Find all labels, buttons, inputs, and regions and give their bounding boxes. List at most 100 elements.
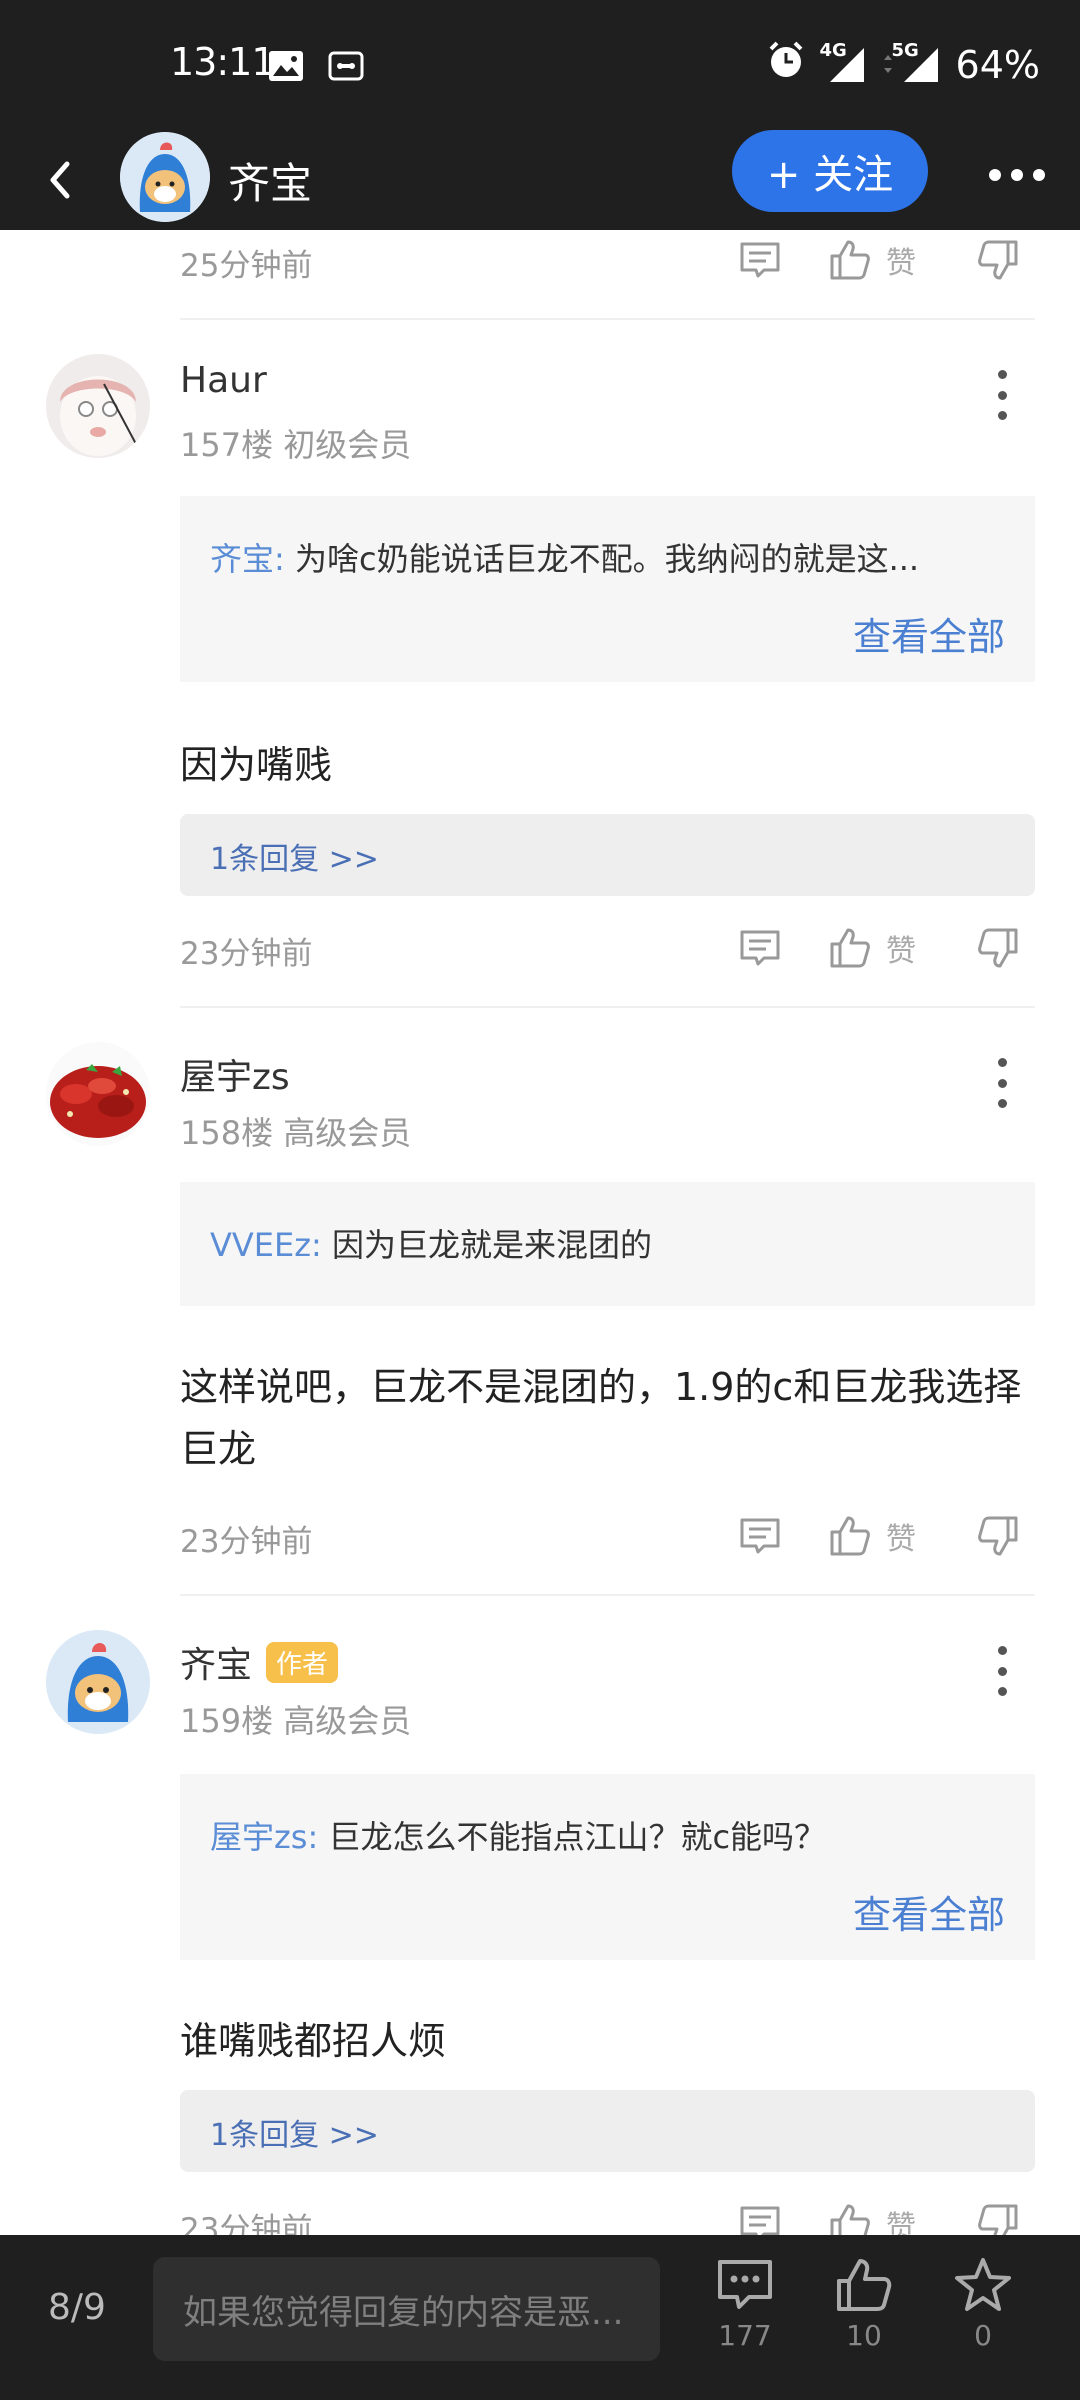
quoted-username[interactable]: 屋宇zs:	[210, 1818, 318, 1856]
like-post-button[interactable]: 10	[819, 2257, 909, 2352]
comment-body: 谁嘴贱都招人烦	[180, 2019, 447, 2063]
like-button[interactable]: 赞	[828, 1514, 916, 1558]
thumbs-down-icon	[978, 2204, 1018, 2235]
comment-username[interactable]: 齐宝 作者	[180, 1636, 339, 1688]
like-button[interactable]: 赞	[828, 926, 916, 970]
comment-menu-button[interactable]	[992, 1058, 1012, 1108]
comment-timestamp: 25分钟前	[180, 248, 313, 284]
dislike-button[interactable]	[976, 238, 1020, 282]
top-nav: 齐宝 + 关注	[0, 130, 1080, 230]
thumbs-down-icon	[978, 928, 1018, 968]
comment-body: 因为嘴贱	[180, 743, 333, 787]
quoted-text: 巨龙怎么不能指点江山？就c能吗？	[328, 1818, 827, 1856]
comment-icon	[740, 242, 780, 278]
like-button[interactable]: 赞	[828, 2202, 916, 2235]
comment-list[interactable]: 25分钟前 赞 Haur 157楼 初级会员 齐宝: 为啥c奶能说话巨龙不配。我…	[0, 230, 1080, 2235]
comments-button[interactable]: 177	[700, 2257, 790, 2352]
author-badge: 作者	[266, 1641, 339, 1683]
dislike-button[interactable]	[976, 1514, 1020, 1558]
favorite-count: 0	[974, 2319, 992, 2352]
reply-button[interactable]	[738, 926, 782, 970]
gallery-icon	[268, 50, 304, 86]
like-label: 赞	[886, 1522, 916, 1557]
like-count: 10	[846, 2319, 882, 2352]
bottom-bar: 8/9 如果您觉得回复的内容是恶... 177 10 0	[0, 2235, 1080, 2400]
kebab-icon	[997, 1646, 1007, 1655]
kebab-icon	[997, 1058, 1007, 1067]
reply-button[interactable]	[738, 2202, 782, 2235]
replies-link[interactable]: 1条回复 >>	[180, 2090, 1035, 2172]
status-time: 13:11	[170, 40, 276, 84]
more-icon	[989, 169, 1001, 181]
author-avatar[interactable]	[120, 132, 210, 222]
quoted-text: 因为巨龙就是来混团的	[331, 1226, 652, 1264]
thumbs-down-icon	[978, 240, 1018, 280]
star-icon	[955, 2258, 1011, 2311]
like-label: 赞	[886, 2210, 916, 2235]
comment-menu-button[interactable]	[992, 1646, 1012, 1696]
follow-button[interactable]: + 关注	[732, 130, 928, 212]
quoted-comment[interactable]: VVEEz: 因为巨龙就是来混团的	[180, 1182, 1035, 1306]
quoted-username[interactable]: 齐宝:	[210, 540, 285, 578]
quoted-comment[interactable]: 屋宇zs: 巨龙怎么不能指点江山？就c能吗？ 查看全部	[180, 1774, 1035, 1960]
comment-icon	[740, 1518, 780, 1554]
like-label: 赞	[886, 246, 916, 281]
avatar[interactable]	[46, 1042, 150, 1146]
comment-floor-level: 159楼 高级会员	[180, 1702, 412, 1740]
comment-username[interactable]: 屋宇zs	[180, 1048, 290, 1100]
reply-input[interactable]: 如果您觉得回复的内容是恶...	[153, 2257, 660, 2361]
cassette-icon	[328, 50, 364, 86]
dislike-button[interactable]	[976, 926, 1020, 970]
thumbs-up-icon	[830, 2204, 870, 2235]
comment-actions: 赞	[738, 1514, 1038, 1564]
thumbs-down-icon	[978, 1516, 1018, 1556]
comment-actions: 赞	[738, 238, 1038, 288]
comment-count: 177	[718, 2319, 772, 2352]
comment-timestamp: 23分钟前	[180, 2212, 313, 2235]
view-all-link[interactable]: 查看全部	[853, 606, 1005, 661]
avatar[interactable]	[46, 354, 150, 458]
alarm-icon	[766, 40, 806, 89]
comment-body: 这样说吧，巨龙不是混团的，1.9的c和巨龙我选择巨龙	[180, 1365, 1022, 1471]
comment-icon	[740, 930, 780, 966]
quoted-text: 为啥c奶能说话巨龙不配。我纳闷的就是这...	[294, 540, 920, 578]
divider	[180, 318, 1035, 320]
quoted-username[interactable]: VVEEz:	[210, 1226, 322, 1264]
comment-actions: 赞	[738, 926, 1038, 976]
comment-timestamp: 23分钟前	[180, 936, 313, 972]
divider	[180, 1594, 1035, 1596]
thumbs-up-icon	[830, 1516, 870, 1556]
thumbs-up-icon	[830, 240, 870, 280]
favorite-button[interactable]: 0	[938, 2257, 1028, 2352]
replies-label: 1条回复 >>	[210, 842, 379, 877]
replies-link[interactable]: 1条回复 >>	[180, 814, 1035, 896]
thumbs-up-icon	[837, 2259, 892, 2311]
view-all-link[interactable]: 查看全部	[853, 1884, 1005, 1939]
like-label: 赞	[886, 934, 916, 969]
thumbs-up-icon	[830, 928, 870, 968]
replies-label: 1条回复 >>	[210, 2118, 379, 2153]
comment-floor-level: 158楼 高级会员	[180, 1114, 412, 1152]
status-bar: 13:11 4G 5G 64%	[0, 0, 1080, 130]
reply-button[interactable]	[738, 1514, 782, 1558]
battery-level: 64%	[955, 42, 1040, 87]
comment-menu-button[interactable]	[992, 370, 1012, 420]
like-button[interactable]: 赞	[828, 238, 916, 282]
quoted-comment[interactable]: 齐宝: 为啥c奶能说话巨龙不配。我纳闷的就是这... 查看全部	[180, 496, 1035, 682]
reply-button[interactable]	[738, 238, 782, 282]
back-button[interactable]	[30, 150, 90, 210]
divider	[180, 1006, 1035, 1008]
author-name[interactable]: 齐宝	[228, 150, 312, 211]
comment-floor-level: 157楼 初级会员	[180, 426, 412, 464]
comment-actions: 赞	[738, 2202, 1038, 2235]
status-right-cluster: 4G 5G 64%	[766, 40, 1040, 89]
back-icon	[50, 161, 70, 199]
comment-icon	[740, 2206, 780, 2235]
signal-5g-icon: 5G	[882, 40, 942, 86]
avatar[interactable]	[46, 1630, 150, 1734]
dislike-button[interactable]	[976, 2202, 1020, 2235]
more-options-button[interactable]	[982, 150, 1052, 200]
comment-bubble-icon	[718, 2260, 772, 2309]
page-indicator[interactable]: 8/9	[48, 2287, 106, 2328]
comment-username[interactable]: Haur	[180, 360, 267, 401]
